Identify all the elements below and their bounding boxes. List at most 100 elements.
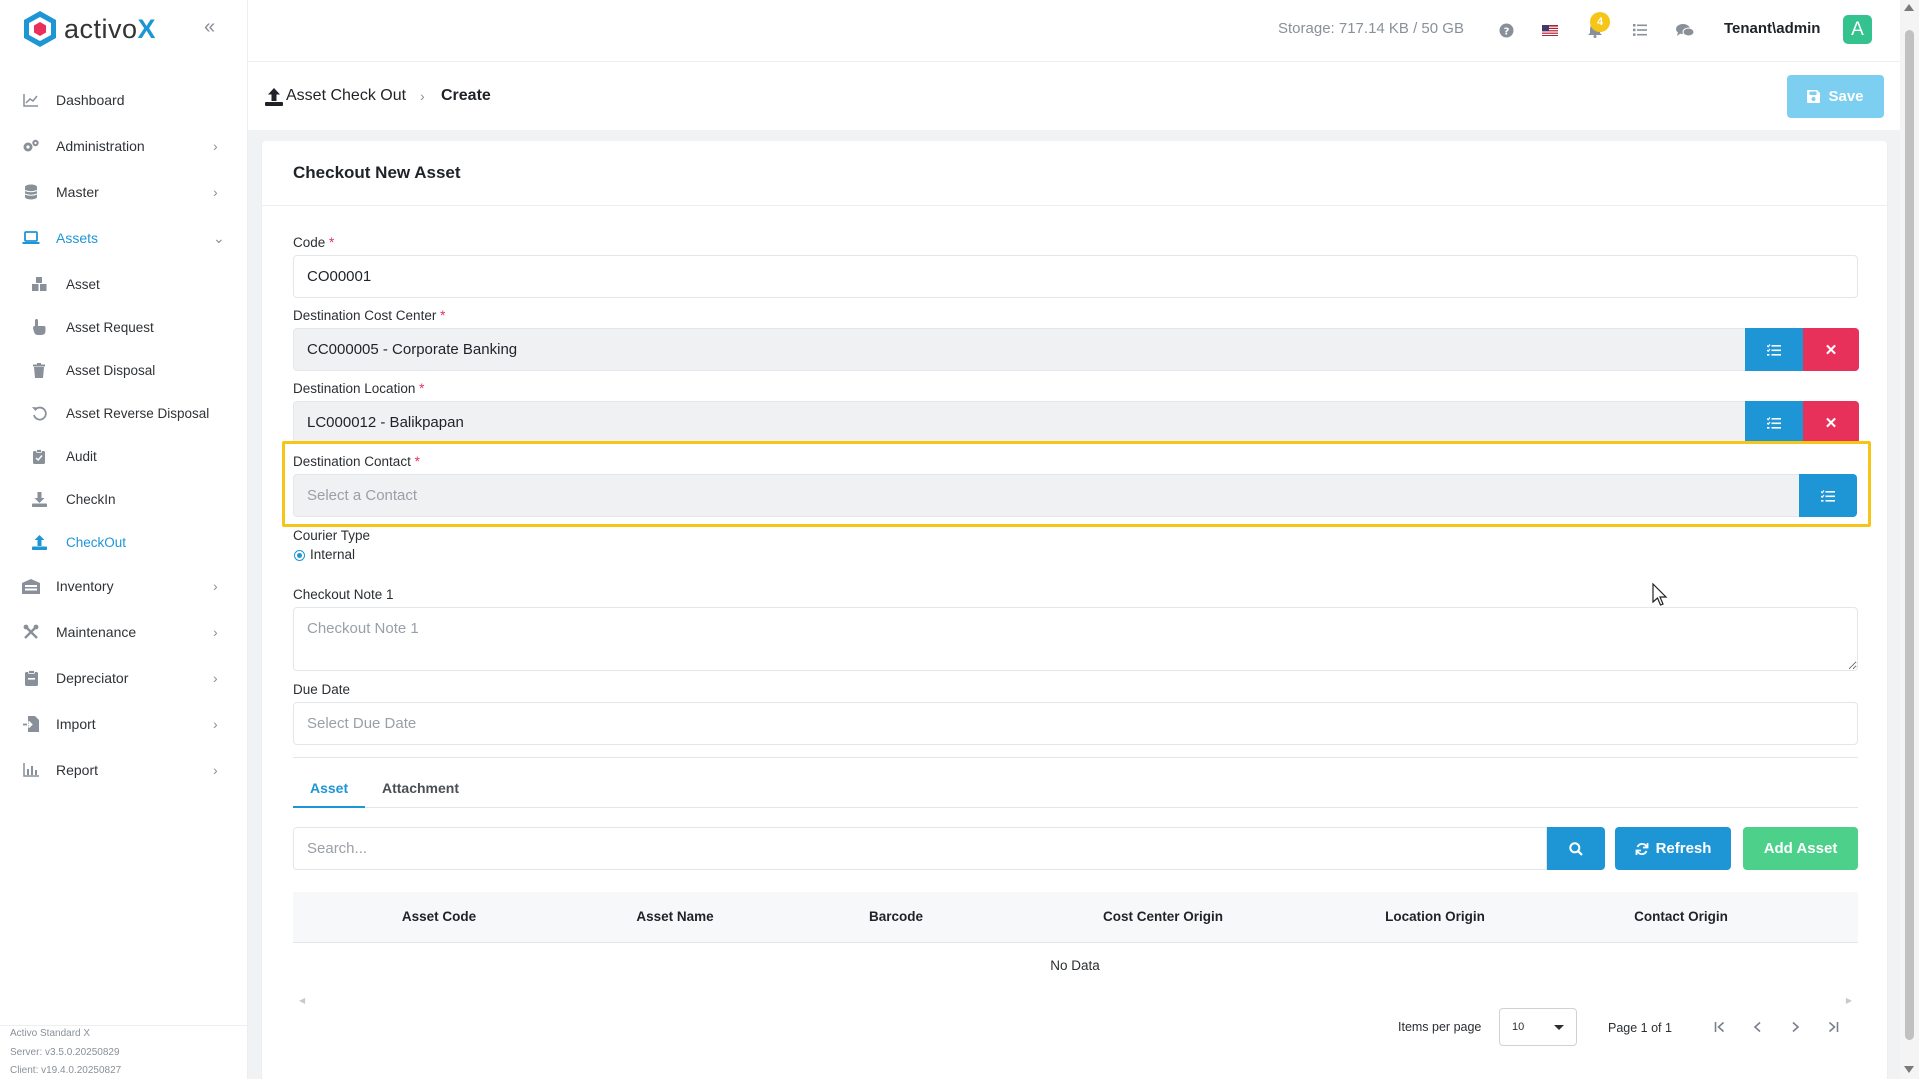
trash-icon [31,362,47,378]
page-header: Asset Check Out › Create Save [248,62,1900,130]
sidebar-sub-checkin[interactable]: CheckIn [0,479,248,519]
checkout-note-field[interactable] [293,607,1858,671]
contact-field[interactable] [293,474,1802,517]
checkout-note-label: Checkout Note 1 [293,587,394,602]
tab-attachment[interactable]: Attachment [382,780,459,796]
list-check-icon [1767,343,1781,356]
column-barcode[interactable]: Barcode [869,909,923,924]
scroll-down-icon[interactable] [1904,1066,1914,1073]
tab-asset[interactable]: Asset [310,780,348,796]
contact-lookup-button[interactable] [1799,474,1857,517]
upload-icon [31,534,47,550]
brand-name: activoX [64,13,157,44]
courier-type-label: Courier Type [293,528,371,543]
database-icon [22,183,40,201]
sidebar-item-maintenance[interactable]: Maintenance › [0,612,248,652]
search-button[interactable] [1547,827,1605,870]
list-check-icon [1821,489,1835,502]
contact-label: Destination Contact * [293,454,420,469]
help-icon[interactable]: ? [1496,20,1516,40]
next-page-icon[interactable] [1785,1017,1805,1037]
scroll-left-icon[interactable]: ◀ [299,996,305,1005]
cost-center-field[interactable] [293,328,1858,371]
due-date-field[interactable] [293,702,1858,745]
sidebar-sub-audit[interactable]: Audit [0,436,248,476]
column-location-origin[interactable]: Location Origin [1385,909,1485,924]
breadcrumb-parent[interactable]: Asset Check Out [286,87,406,105]
previous-page-icon[interactable] [1748,1017,1768,1037]
page-scrollbar[interactable] [1900,0,1919,1079]
boxes-icon [31,276,47,292]
clipboard-check-icon [31,448,47,464]
avatar[interactable]: A [1843,15,1872,44]
courier-internal-label[interactable]: Internal [310,547,355,562]
asset-table-header: Asset Code Asset Name Barcode Cost Cente… [293,892,1858,943]
chevron-down-icon: ⌄ [213,230,225,246]
chevron-right-icon: › [213,762,218,778]
courier-internal-radio[interactable] [294,550,305,561]
chart-bar-icon [22,761,40,779]
sidebar-item-dashboard[interactable]: Dashboard [0,80,248,120]
close-icon: ✕ [1824,341,1838,359]
sidebar-sub-checkout[interactable]: CheckOut [0,522,248,562]
sidebar-item-report[interactable]: Report › [0,750,248,790]
sidebar-item-inventory[interactable]: Inventory › [0,566,248,606]
task-list-icon[interactable] [1630,20,1650,40]
sidebar-sub-asset-request[interactable]: Asset Request [0,307,248,347]
column-asset-code[interactable]: Asset Code [402,909,476,924]
sidebar-item-administration[interactable]: Administration › [0,126,248,166]
svg-text:?: ? [1503,26,1509,37]
floppy-disk-icon [1807,90,1821,103]
topbar: Storage: 717.14 KB / 50 GB ? 4 Tenant\ad… [248,0,1900,62]
undo-icon [31,405,47,421]
scroll-up-icon[interactable] [1904,4,1914,11]
page-info: Page 1 of 1 [1608,1021,1672,1035]
chat-icon[interactable] [1675,20,1695,40]
chevron-right-icon: › [213,578,218,594]
scroll-right-icon[interactable]: ▶ [1846,996,1852,1005]
clipboard-icon [22,669,40,687]
table-horizontal-scrollbar[interactable]: ◀ ▶ [293,996,1858,1008]
chevron-right-icon: › [213,716,218,732]
sidebar-item-assets[interactable]: Assets ⌄ [0,218,248,258]
laptop-icon [22,229,40,247]
brand-logo[interactable]: activoX [22,10,156,48]
location-field[interactable] [293,401,1858,444]
tab-bar-line [293,807,1858,808]
scrollbar-thumb[interactable] [1905,30,1914,1040]
last-page-icon[interactable] [1823,1017,1843,1037]
collapse-sidebar-icon[interactable]: « [204,17,224,37]
column-asset-name[interactable]: Asset Name [636,909,713,924]
refresh-button[interactable]: Refresh [1615,827,1731,870]
section-divider [293,757,1858,758]
breadcrumb-current: Create [441,87,491,104]
sidebar: activoX « Dashboard Administration › Mas… [0,0,248,1079]
sidebar-sub-asset-disposal[interactable]: Asset Disposal [0,350,248,390]
code-field[interactable] [293,255,1858,298]
first-page-icon[interactable] [1710,1017,1730,1037]
items-per-page-label: Items per page [1398,1020,1482,1034]
list-check-icon [1767,416,1781,429]
close-icon: ✕ [1824,414,1838,432]
sidebar-item-depreciator[interactable]: Depreciator › [0,658,248,698]
sidebar-sub-asset[interactable]: Asset [0,264,248,304]
column-cost-center-origin[interactable]: Cost Center Origin [1103,909,1223,924]
user-name[interactable]: Tenant\admin [1724,20,1820,37]
add-asset-button[interactable]: Add Asset [1743,827,1858,870]
location-lookup-button[interactable] [1745,401,1803,444]
cost-center-clear-button[interactable]: ✕ [1803,328,1859,371]
activo-logo-icon [24,11,56,47]
save-button[interactable]: Save [1787,75,1884,118]
version-info: Activo Standard X Server: v3.5.0.2025082… [10,1028,122,1076]
items-per-page-select[interactable]: 10 [1499,1008,1577,1046]
cost-center-lookup-button[interactable] [1745,328,1803,371]
us-flag-icon[interactable] [1540,20,1560,40]
sidebar-item-master[interactable]: Master › [0,172,248,212]
sidebar-item-import[interactable]: Import › [0,704,248,744]
location-clear-button[interactable]: ✕ [1803,401,1859,444]
column-contact-origin[interactable]: Contact Origin [1634,909,1728,924]
sidebar-sub-asset-reverse-disposal[interactable]: Asset Reverse Disposal [0,393,248,433]
chevron-right-icon: › [420,88,425,104]
asset-search-input[interactable] [293,827,1547,870]
location-label: Destination Location * [293,381,425,396]
